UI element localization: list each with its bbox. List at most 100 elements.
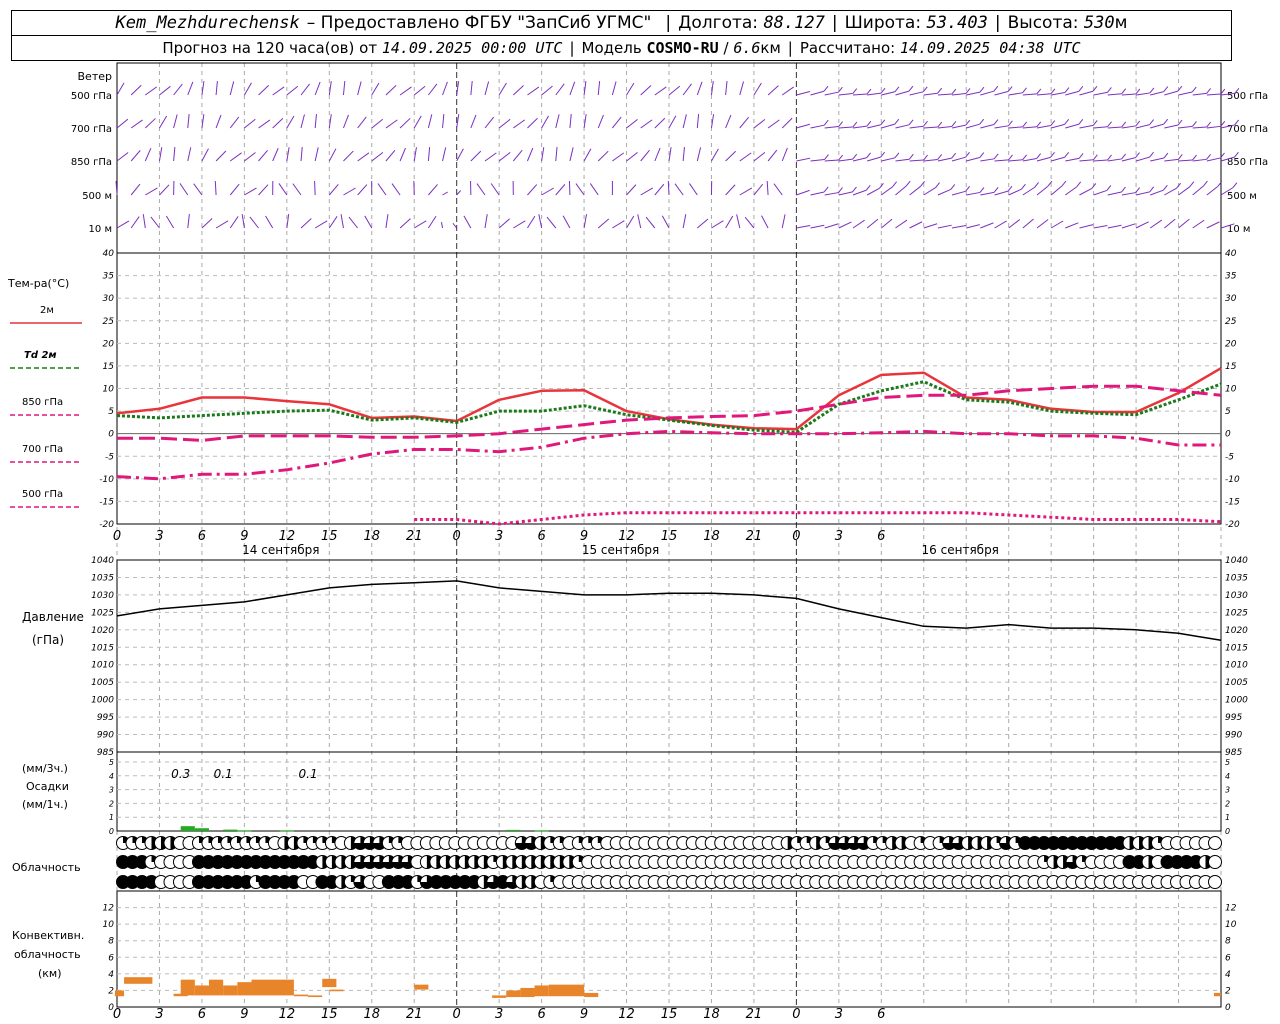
precip-tick-label: 0 (109, 827, 114, 836)
wind-barb (1206, 221, 1220, 229)
temp-tick-label-right: 40 (1225, 249, 1237, 259)
wind-barb (994, 125, 1009, 129)
wind-barb (937, 93, 952, 96)
wind-barb (484, 81, 490, 96)
wind-barb (484, 214, 488, 229)
wind-barb-flag (923, 154, 928, 161)
wind-barb-flag (951, 121, 957, 127)
wind-barb (696, 218, 709, 229)
wind-barb (810, 159, 825, 162)
wind-barb (130, 150, 141, 162)
wind-barb (314, 147, 319, 162)
wind-barb (1164, 218, 1176, 229)
wind-barb (1135, 156, 1150, 162)
wind-barb-flag (852, 88, 858, 94)
wind-barb (1050, 220, 1064, 229)
wind-barb-flag (1064, 119, 1070, 125)
wind-barb (951, 124, 966, 129)
x-tick-label-bottom: 21 (746, 1007, 763, 1022)
wind-barb (1135, 221, 1149, 229)
pressure-tick-label-right: 1030 (1225, 591, 1248, 601)
x-tick-label-bottom: 3 (495, 1007, 503, 1022)
temp-tick-label-right: 10 (1225, 385, 1237, 395)
wind-barb (1079, 90, 1094, 96)
pressure-tick-label-right: 1010 (1225, 661, 1248, 671)
wind-barb-flag (852, 121, 858, 128)
wind-barb (385, 85, 397, 96)
convective-tick-label: 12 (103, 904, 115, 914)
wind-barb-flag (1149, 186, 1155, 193)
wind-barb-flag (1036, 121, 1042, 128)
wind-barb-flag (852, 153, 858, 160)
wind-barb (881, 157, 896, 162)
temp-tick-label: 0 (108, 430, 114, 440)
wind-barb (951, 156, 966, 162)
wind-barb (286, 85, 299, 96)
wind-barb-flag (823, 85, 829, 92)
x-tick-label: 9 (240, 529, 248, 544)
wind-barb (994, 159, 1009, 162)
wind-barb (1008, 219, 1021, 229)
x-tick-label-bottom: 6 (877, 1007, 885, 1022)
wind-barb (342, 81, 346, 96)
wind-barb-flag (1093, 154, 1098, 161)
wind-barb (682, 214, 687, 229)
wind-barb (852, 157, 867, 162)
wind-barb (796, 189, 810, 196)
wind-barb (1036, 93, 1051, 96)
wind-barb-flag (951, 152, 957, 159)
wind-barb (781, 147, 788, 162)
wind-barb (555, 83, 565, 96)
wind-barb-flag (1034, 182, 1039, 188)
wind-barb (343, 187, 356, 196)
wind-barb (1164, 187, 1177, 196)
convective-tick-label: 10 (103, 920, 115, 930)
wind-barb-flag (852, 186, 857, 193)
wind-barb (739, 81, 745, 96)
wind-barb (463, 215, 472, 229)
wind-barb-flag (937, 154, 943, 160)
wind-barb (165, 215, 175, 229)
pressure-tick-label: 1040 (91, 556, 114, 566)
wind-barb-flag (894, 152, 900, 159)
wind-barb (343, 150, 354, 162)
wind-barb (427, 114, 433, 129)
wind-barb (371, 82, 380, 96)
wind-barb (569, 114, 572, 129)
wind-barb (173, 114, 178, 129)
wind-barb (116, 220, 130, 229)
precip-bar (534, 830, 549, 832)
wind-barb-flag (1191, 86, 1197, 93)
wind-barb (513, 220, 526, 229)
wind-barb (385, 149, 396, 162)
precip-tick-label: 1 (109, 813, 114, 822)
wind-barb (229, 152, 242, 162)
wind-barb (612, 152, 625, 162)
wind-barb (612, 220, 625, 229)
wind-barb-flag (1163, 86, 1169, 92)
wind-barb (292, 183, 302, 196)
x-tick-label: 15 (661, 529, 678, 544)
wind-barb (1206, 157, 1221, 162)
wind-barb-flag (1177, 154, 1183, 160)
wind-barb (272, 86, 285, 96)
wind-barb (1051, 156, 1065, 162)
wind-barb (258, 84, 270, 96)
wind-barb-flag (1149, 151, 1154, 158)
wind-barb-flag (866, 152, 872, 159)
temp-legend-label: Td 2м (24, 350, 57, 361)
wind-barb (1107, 126, 1122, 129)
wind-barb (229, 216, 239, 229)
wind-barb (555, 184, 566, 196)
wind-barb (546, 216, 557, 229)
wind-barb (249, 216, 259, 229)
wind-barb (442, 147, 447, 162)
wind-barb (244, 118, 256, 129)
pressure-tick-label: 995 (97, 713, 114, 723)
wind-barb (399, 117, 411, 129)
wind-barb (838, 221, 852, 229)
temp-tick-label: -5 (105, 452, 114, 462)
wind-barb (951, 225, 966, 229)
wind-barb (637, 214, 642, 229)
wind-barb (1008, 159, 1023, 162)
